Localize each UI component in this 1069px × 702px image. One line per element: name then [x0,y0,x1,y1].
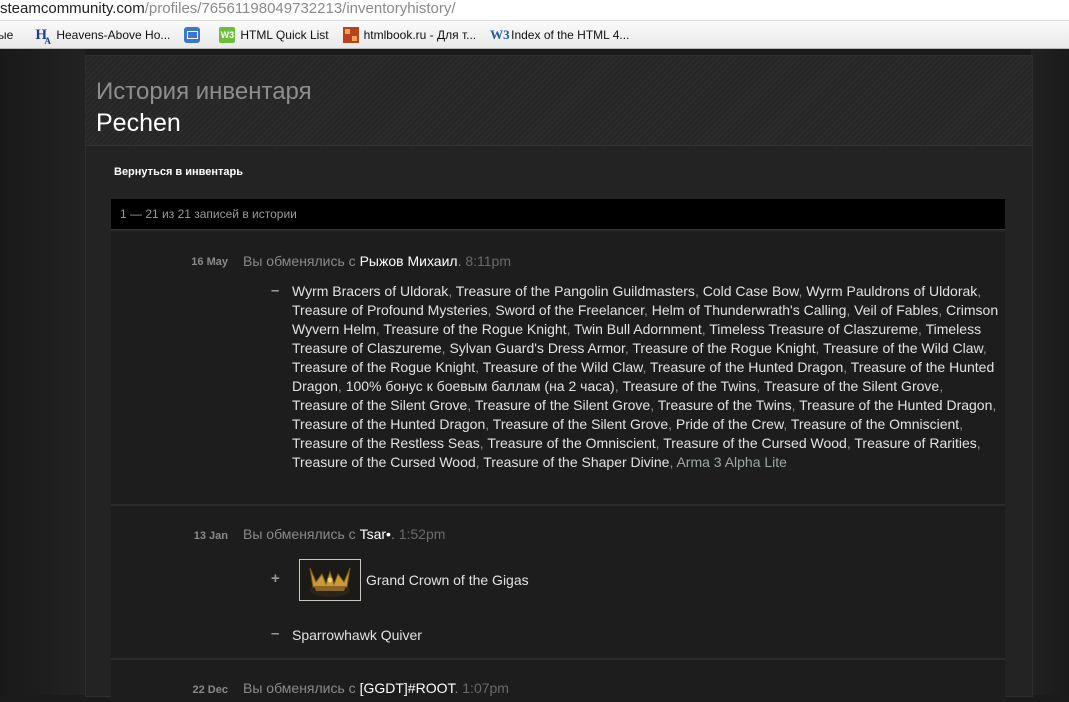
history-count-bar: 1 — 21 из 21 записей в истории [111,199,1005,230]
traded-item[interactable]: Treasure of the Wild Claw [823,340,983,356]
traded-item[interactable]: Pride of the Crew [676,416,783,432]
traded-item[interactable]: Treasure of the Omniscient [487,435,655,451]
traded-item[interactable]: Helm of Thunderwrath's Calling [652,302,847,318]
traded-item[interactable]: Treasure of the Wild Claw [483,359,643,375]
added-sign: + [271,570,280,587]
bookmark-partial[interactable]: ые [0,28,13,42]
url-path: /profiles/76561198049732213/inventoryhis… [144,0,456,17]
traded-item[interactable]: Treasure of the Restless Seas [292,435,480,451]
traded-item[interactable]: Sylvan Guard's Dress Armor [449,340,624,356]
history-row: 16 May Вы обменялись с Рыжов Михаил. 8:1… [111,232,1005,506]
back-to-inventory-link[interactable]: Вернуться в инвентарь [114,166,243,178]
traded-item[interactable]: Treasure of the Rogue Knight [292,359,475,375]
traded-item[interactable]: Treasure of Profound Mysteries [292,302,488,318]
removed-sign: – [271,625,280,642]
traded-item[interactable]: Treasure of the Twins [658,397,792,413]
traded-item[interactable]: Wyrm Bracers of Uldorak [292,283,448,299]
history-description: Вы обменялись с Рыжов Михаил. 8:11pm [243,253,512,269]
bookmark-label: ые [0,27,14,42]
profile-name[interactable]: Pechen [96,109,181,138]
traded-item[interactable]: Treasure of Rarities [854,435,976,451]
traded-item[interactable]: Treasure of the Rogue Knight [632,340,815,356]
bookmark-html-quick-list[interactable]: W3 HTML Quick List [219,26,329,43]
removed-sign: – [271,282,280,299]
history-row: 22 Dec Вы обменялись с [GGDT]#ROOT. 1:07… [111,660,1005,702]
traded-item[interactable]: Arma 3 Alpha Lite [676,454,787,470]
crown-icon[interactable] [299,559,361,601]
history-date: 16 May [191,256,228,268]
traded-item[interactable]: Treasure of the Omniscient [791,416,959,432]
heavens-above-icon: HA [35,26,51,46]
history-date: 13 Jan [193,530,228,542]
trade-partner-link[interactable]: Tsar• [360,526,391,542]
w3c-icon: W3 [219,26,236,43]
received-item[interactable]: Grand Crown of the Gigas [366,572,529,588]
bookmark-heavens-above[interactable]: HA Heavens-Above Ho... [35,26,171,46]
bookmark-htmlbook[interactable]: htmlbook.ru - Для т... [342,26,477,43]
traded-item[interactable]: Treasure of the Cursed Wood [663,435,847,451]
traded-item[interactable]: Twin Bull Adornment [574,321,702,337]
bookmark-label: Heavens-Above Ho... [56,27,171,42]
bookmark-index-html4[interactable]: W3 Index of the HTML 4... [490,27,629,43]
traded-item[interactable]: Wyrm Pauldrons of Uldorak [806,283,977,299]
traded-items-list: Wyrm Bracers of Uldorak, Treasure of the… [292,283,999,470]
traded-item[interactable]: Treasure of the Silent Grove [764,378,939,394]
url-host: steamcommunity.com [0,0,145,17]
traded-item[interactable]: 100% бонус к боевым баллам (на 2 часа) [346,378,615,394]
traded-item[interactable]: Treasure of the Hunted Dragon [292,416,485,432]
traded-item[interactable]: Treasure of the Rogue Knight [383,321,566,337]
address-bar[interactable]: steamcommunity.com/profiles/765611980497… [0,0,1069,21]
traded-item[interactable]: Veil of Fables [854,302,938,318]
mail-icon [184,26,201,43]
inventory-history-panel: История инвентаря Pechen Вернуться в инв… [85,55,1033,702]
bookmark-label: HTML Quick List [240,27,329,42]
history-time: 1:52pm [398,526,446,542]
history-description: Вы обменялись с [GGDT]#ROOT. 1:07pm [243,680,509,696]
traded-item[interactable]: Treasure of the Silent Grove [475,397,650,413]
traded-item[interactable]: Treasure of the Twins [622,378,756,394]
history-time: 1:07pm [462,680,509,696]
trade-partner-link[interactable]: [GGDT]#ROOT [360,680,455,696]
htmlbook-icon [342,26,359,43]
history-date: 22 Dec [192,684,228,696]
page-title: История инвентаря [96,78,312,105]
page-header: История инвентаря Pechen [86,56,1032,146]
traded-item[interactable]: Treasure of the Hunted Dragon [650,359,843,375]
traded-item[interactable]: Treasure of the Hunted Dragon [799,397,992,413]
traded-item[interactable]: Treasure of the Pangolin Guildmasters [456,283,695,299]
traded-item[interactable]: Sword of the Freelancer [495,302,644,318]
traded-item[interactable]: Treasure of the Silent Grove [493,416,668,432]
bookmarks-bar: ые HA Heavens-Above Ho... W3 HTML Quick … [0,21,1069,49]
traded-item[interactable]: Treasure of the Cursed Wood [292,454,476,470]
traded-item[interactable]: Treasure of the Silent Grove [292,397,467,413]
w3-icon: W3 [490,26,510,42]
traded-item[interactable]: Cold Case Bow [703,283,799,299]
history-description: Вы обменялись с Tsar•. 1:52pm [243,526,446,542]
page-background: История инвентаря Pechen Вернуться в инв… [0,49,1069,702]
bookmark-mail[interactable] [184,26,205,43]
traded-item[interactable]: Timeless Treasure of Claszureme [709,321,918,337]
history-list: 16 May Вы обменялись с Рыжов Михаил. 8:1… [111,232,1005,702]
history-count: 1 — 21 из 21 записей в истории [120,207,297,221]
bookmark-label: htmlbook.ru - Для т... [363,27,477,42]
history-time: 8:11pm [465,253,512,269]
history-row: 13 Jan Вы обменялись с Tsar•. 1:52pm + G… [111,506,1005,660]
bookmark-label: Index of the HTML 4... [511,27,630,42]
trade-partner-link[interactable]: Рыжов Михаил [360,253,458,269]
traded-item[interactable]: Treasure of the Shaper Divine [483,454,669,470]
given-item[interactable]: Sparrowhawk Quiver [292,627,422,643]
